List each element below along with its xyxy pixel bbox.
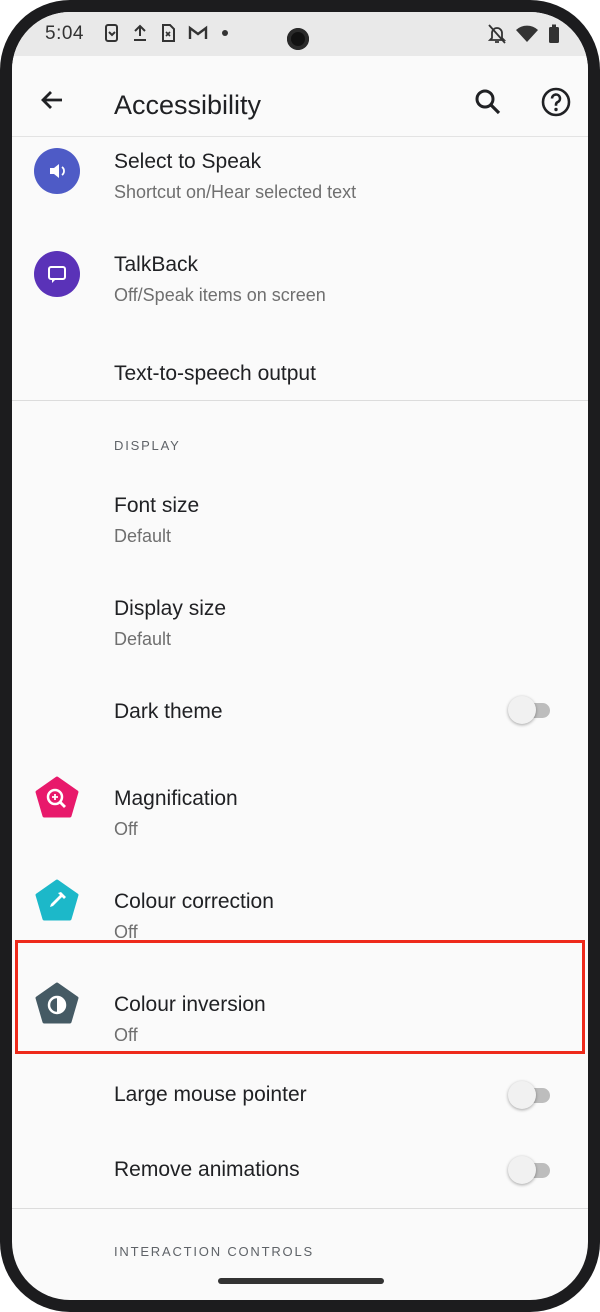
- talkback-icon: [34, 251, 80, 297]
- back-arrow-icon[interactable]: [36, 84, 68, 116]
- dark-theme-toggle[interactable]: [508, 696, 554, 724]
- item-title: Text-to-speech output: [114, 362, 316, 385]
- item-title: Remove animations: [114, 1158, 300, 1181]
- home-indicator[interactable]: [218, 1278, 384, 1284]
- item-title: Magnification: [114, 787, 238, 810]
- highlight-box: [15, 940, 585, 1054]
- screen: 5:04 Accessibility Select to Speak Short…: [12, 12, 588, 1300]
- status-left-icons: [104, 24, 230, 42]
- dot-icon: [222, 30, 228, 36]
- item-title: Dark theme: [114, 700, 223, 723]
- colour-correction-icon: [35, 879, 79, 921]
- remove-animations-toggle[interactable]: [508, 1156, 554, 1184]
- item-title: Select to Speak: [114, 150, 262, 173]
- list-item-dark-theme[interactable]: Dark theme: [12, 686, 588, 746]
- select-to-speak-icon: [34, 148, 80, 194]
- list-item-large-mouse-pointer[interactable]: Large mouse pointer: [12, 1069, 588, 1129]
- item-subtitle: Off/Speak items on screen: [114, 285, 326, 305]
- section-header-interaction-controls: INTERACTION CONTROLS: [114, 1244, 314, 1259]
- divider: [12, 1208, 588, 1209]
- list-item-select-to-speak[interactable]: Select to Speak Shortcut on/Hear selecte…: [12, 140, 588, 220]
- item-title: TalkBack: [114, 253, 199, 276]
- list-item-font-size[interactable]: Font size Default: [12, 488, 588, 568]
- item-title: Large mouse pointer: [114, 1083, 307, 1106]
- item-title: Display size: [114, 597, 227, 620]
- status-right-icons: [488, 24, 560, 44]
- list-item-talkback[interactable]: TalkBack Off/Speak items on screen: [12, 243, 588, 323]
- notifications-off-icon: [488, 24, 506, 44]
- front-camera: [287, 28, 309, 50]
- app-bar: Accessibility: [12, 56, 588, 137]
- list-item-remove-animations[interactable]: Remove animations: [12, 1144, 588, 1204]
- item-subtitle: Default: [114, 629, 172, 649]
- list-item-text-to-speech[interactable]: Text-to-speech output: [12, 346, 588, 404]
- item-subtitle: Default: [114, 526, 172, 546]
- gmail-icon: [188, 25, 208, 39]
- screenshot-icon: [105, 24, 118, 42]
- phone-frame: 5:04 Accessibility Select to Speak Short…: [0, 0, 600, 1312]
- search-icon[interactable]: [472, 86, 504, 118]
- large-mouse-pointer-toggle[interactable]: [508, 1081, 554, 1109]
- magnification-icon: [35, 776, 79, 818]
- help-icon[interactable]: [540, 86, 572, 118]
- status-time: 5:04: [45, 23, 84, 44]
- divider: [12, 400, 588, 401]
- upload-icon: [134, 24, 146, 41]
- list-item-magnification[interactable]: Magnification Off: [12, 769, 588, 849]
- wifi-icon: [516, 25, 538, 42]
- item-title: Colour correction: [114, 890, 274, 913]
- battery-icon: [549, 24, 559, 43]
- sim-icon: [162, 24, 175, 42]
- item-title: Font size: [114, 494, 200, 517]
- list-item-display-size[interactable]: Display size Default: [12, 591, 588, 671]
- status-bar: 5:04: [12, 12, 588, 56]
- item-subtitle: Shortcut on/Hear selected text: [114, 182, 357, 202]
- item-subtitle: Off: [114, 819, 138, 839]
- section-header-display: DISPLAY: [114, 438, 181, 453]
- page-title: Accessibility: [114, 90, 262, 120]
